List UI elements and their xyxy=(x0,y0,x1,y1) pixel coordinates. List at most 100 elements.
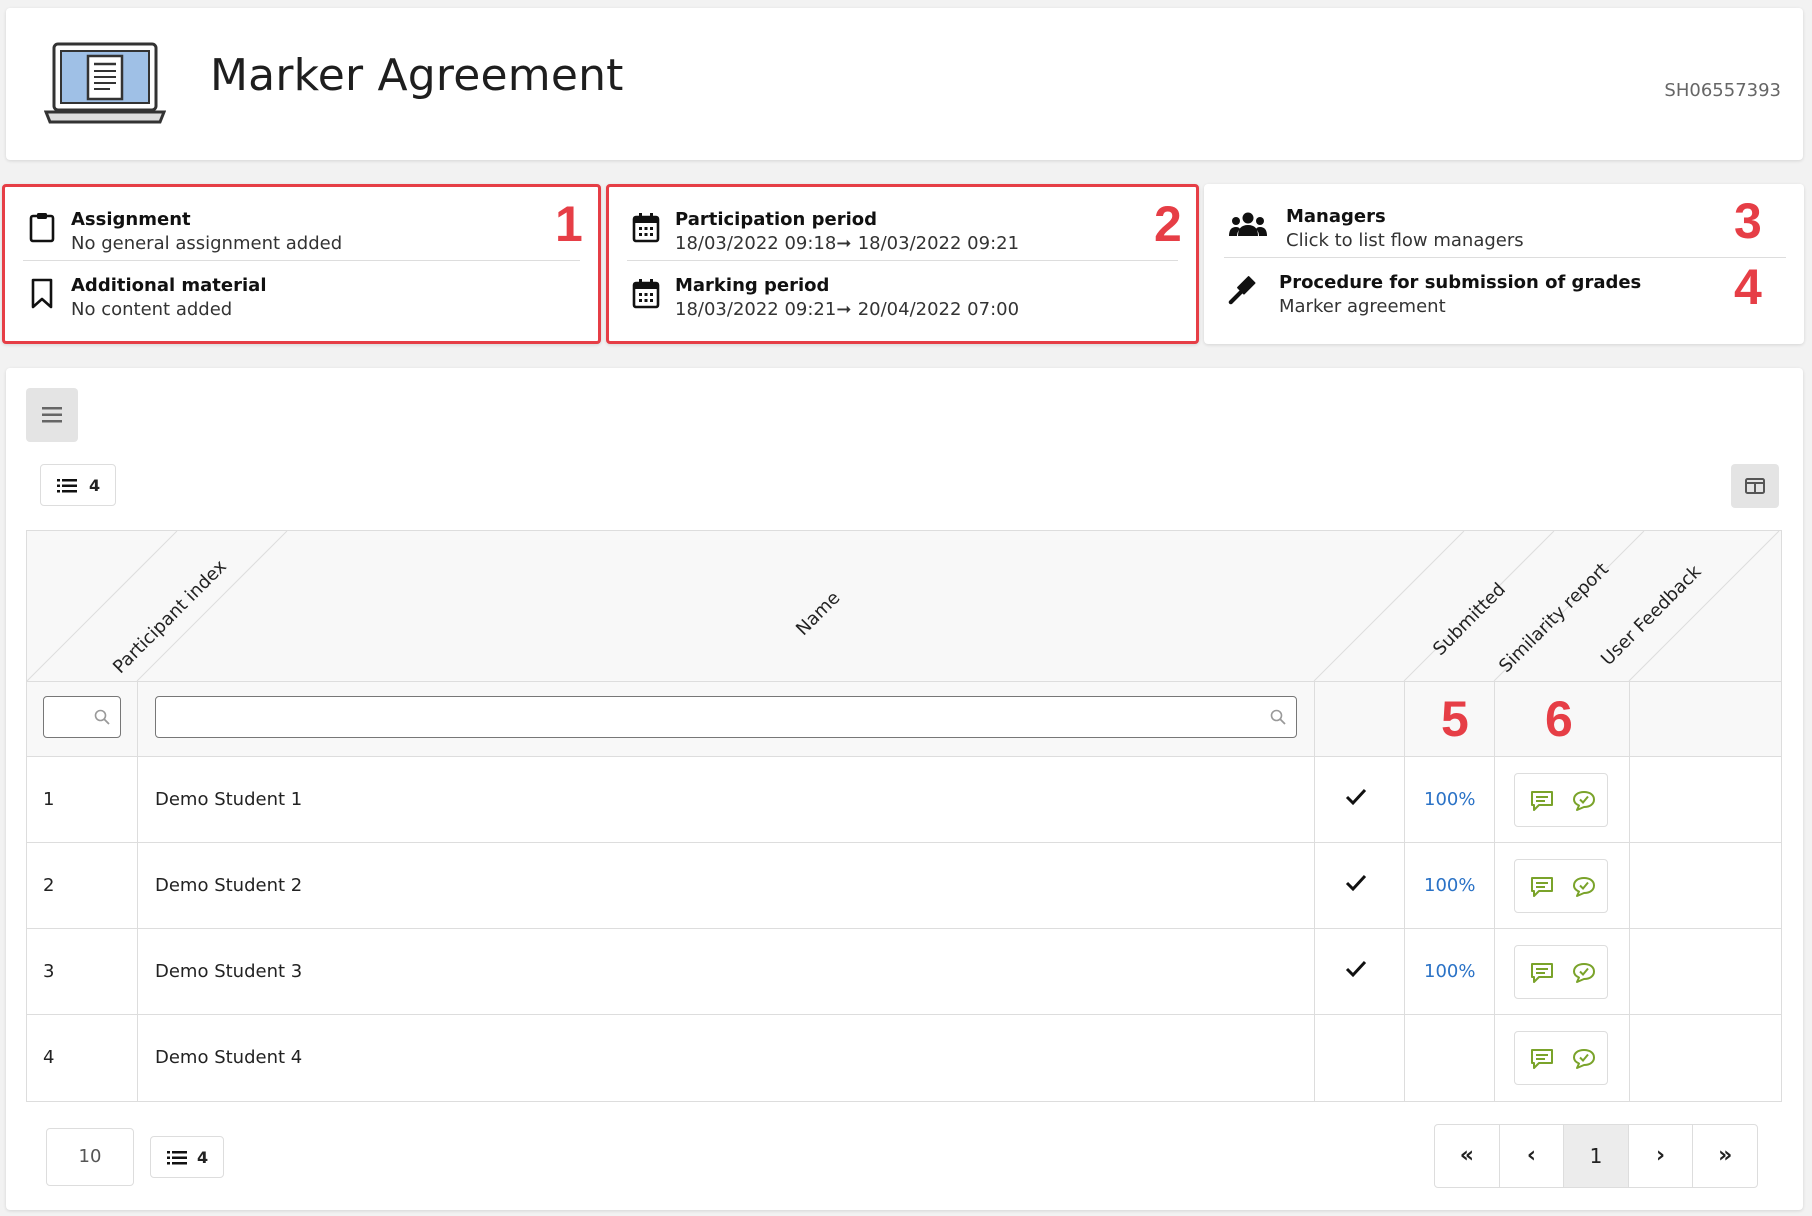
participant-name[interactable]: Demo Student 3 xyxy=(155,961,302,982)
feedback-buttons xyxy=(1514,945,1608,999)
last-page-button[interactable]: » xyxy=(1693,1125,1757,1187)
total-count: 4 xyxy=(197,1148,209,1167)
participant-name[interactable]: Demo Student 2 xyxy=(155,875,302,896)
comment-check-icon[interactable] xyxy=(1571,789,1597,813)
additional-material-subtitle: No content added xyxy=(71,299,233,320)
column-toggle-button[interactable] xyxy=(1731,464,1779,508)
additional-material-row[interactable]: Additional material No content added xyxy=(23,263,580,327)
procedure-row: Procedure for submission of grades Marke… xyxy=(1224,260,1786,324)
name-filter-input[interactable] xyxy=(155,696,1297,738)
annotation-2: 2 xyxy=(1154,196,1182,252)
pagination: « ‹ 1 › » xyxy=(1434,1124,1758,1188)
additional-material-title: Additional material xyxy=(71,275,267,296)
users-icon xyxy=(1229,212,1267,236)
table-row[interactable]: 4 Demo Student 4 xyxy=(27,1015,1781,1101)
procedure-title: Procedure for submission of grades xyxy=(1279,272,1642,293)
arrow-right-icon: ➞ xyxy=(836,233,858,254)
feedback-buttons xyxy=(1514,859,1608,913)
calendar-icon xyxy=(632,213,660,243)
comment-check-icon[interactable] xyxy=(1571,961,1597,985)
first-page-button[interactable]: « xyxy=(1435,1125,1500,1187)
participation-period-title: Participation period xyxy=(675,209,877,230)
search-icon xyxy=(94,709,110,725)
comment-check-icon[interactable] xyxy=(1571,1047,1597,1071)
marking-start: 18/03/2022 09:21 xyxy=(675,299,837,320)
prev-page-button[interactable]: ‹ xyxy=(1500,1125,1565,1187)
comment-icon[interactable] xyxy=(1529,875,1555,899)
feedback-buttons xyxy=(1514,1031,1608,1085)
check-icon xyxy=(1345,874,1367,892)
bookmark-icon xyxy=(31,278,53,309)
participation-end: 18/03/2022 09:21 xyxy=(857,233,1020,254)
row-count: 4 xyxy=(89,476,101,495)
comment-icon[interactable] xyxy=(1529,961,1555,985)
comment-check-icon[interactable] xyxy=(1571,875,1597,899)
marking-period-title: Marking period xyxy=(675,275,830,296)
menu-button[interactable] xyxy=(26,388,78,442)
page-size-select[interactable]: 10 xyxy=(46,1128,134,1186)
assignment-title: Assignment xyxy=(71,209,191,230)
marking-period-range: 18/03/2022 09:21➞ 20/04/2022 07:00 xyxy=(675,299,1019,320)
column-divider xyxy=(1629,681,1630,1101)
managers-subtitle: Click to list flow managers xyxy=(1286,230,1524,251)
page-title: Marker Agreement xyxy=(210,50,624,101)
check-icon xyxy=(1345,960,1367,978)
gavel-icon xyxy=(1228,276,1256,305)
participation-period-row: Participation period 18/03/2022 09:18➞ 1… xyxy=(627,197,1178,261)
feedback-buttons xyxy=(1514,773,1608,827)
table-row[interactable]: 3 Demo Student 3 100% xyxy=(27,929,1781,1015)
table-row[interactable]: 1 Demo Student 1 100% xyxy=(27,757,1781,843)
marking-end: 20/04/2022 07:00 xyxy=(857,299,1020,320)
participant-index: 3 xyxy=(43,961,55,982)
assignment-subtitle: No general assignment added xyxy=(71,233,343,254)
similarity-link[interactable]: 100% xyxy=(1424,961,1475,982)
index-filter-input[interactable] xyxy=(43,696,121,738)
participant-name[interactable]: Demo Student 4 xyxy=(155,1047,302,1068)
columns-icon xyxy=(1745,478,1765,494)
managers-row[interactable]: Managers Click to list flow managers xyxy=(1224,194,1786,258)
info-card-managers: Managers Click to list flow managers Pro… xyxy=(1204,184,1804,344)
annotation-5: 5 xyxy=(1441,691,1469,747)
participant-name[interactable]: Demo Student 1 xyxy=(155,789,302,810)
annotation-3: 3 xyxy=(1734,193,1762,249)
procedure-subtitle: Marker agreement xyxy=(1279,296,1446,317)
next-page-button[interactable]: › xyxy=(1629,1125,1694,1187)
laptop-document-icon xyxy=(44,42,166,124)
participant-index: 1 xyxy=(43,789,55,810)
total-count-button[interactable]: 4 xyxy=(150,1136,224,1178)
flow-code: SH06557393 xyxy=(1664,80,1781,101)
comment-icon[interactable] xyxy=(1529,1047,1555,1071)
participants-panel: 4 Participant index Name Submitted Simil… xyxy=(6,368,1803,1210)
participant-index: 2 xyxy=(43,875,55,896)
table-row[interactable]: 2 Demo Student 2 100% xyxy=(27,843,1781,929)
clipboard-icon xyxy=(29,213,55,243)
list-icon xyxy=(57,479,77,493)
info-card-periods: Participation period 18/03/2022 09:18➞ 1… xyxy=(606,184,1199,344)
marking-period-row: Marking period 18/03/2022 09:21➞ 20/04/2… xyxy=(627,263,1178,327)
page-header: Marker Agreement SH06557393 xyxy=(6,8,1803,160)
current-page-button[interactable]: 1 xyxy=(1564,1125,1629,1187)
annotation-1: 1 xyxy=(555,196,583,252)
assignment-row[interactable]: Assignment No general assignment added xyxy=(23,197,580,261)
annotation-4: 4 xyxy=(1734,259,1762,315)
column-divider xyxy=(1314,681,1315,1101)
participation-period-range: 18/03/2022 09:18➞ 18/03/2022 09:21 xyxy=(675,233,1019,254)
info-card-assignment: Assignment No general assignment added A… xyxy=(2,184,601,344)
hamburger-icon xyxy=(42,407,62,423)
similarity-link[interactable]: 100% xyxy=(1424,875,1475,896)
row-count-button[interactable]: 4 xyxy=(40,464,116,506)
column-divider xyxy=(1404,681,1405,1101)
column-divider xyxy=(137,681,138,1101)
search-icon xyxy=(1270,709,1286,725)
table-header: Participant index Name Submitted Similar… xyxy=(27,531,1781,681)
filter-row: 5 6 xyxy=(27,681,1781,757)
column-divider xyxy=(1494,681,1495,1101)
participant-index: 4 xyxy=(43,1047,55,1068)
comment-icon[interactable] xyxy=(1529,789,1555,813)
similarity-link[interactable]: 100% xyxy=(1424,789,1475,810)
participants-table: Participant index Name Submitted Similar… xyxy=(26,530,1782,1102)
participation-start: 18/03/2022 09:18 xyxy=(675,233,837,254)
calendar-icon xyxy=(632,279,660,309)
list-icon xyxy=(167,1151,187,1165)
check-icon xyxy=(1345,788,1367,806)
